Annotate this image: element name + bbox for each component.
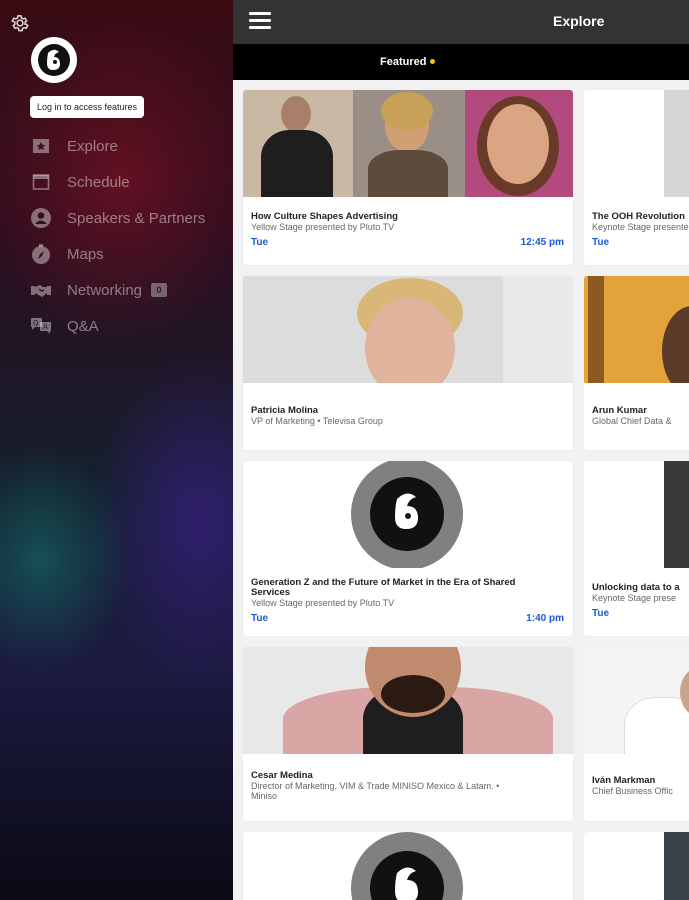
tab-featured[interactable]: Featured [380, 56, 436, 68]
sidebar-item-label: Networking [67, 281, 143, 299]
sidebar-item-label: Explore [67, 137, 118, 155]
qa-chat-icon: QA [30, 315, 52, 337]
session-stage: Yellow Stage presented by Pluto TV [251, 222, 395, 232]
maps-compass-icon [30, 243, 52, 265]
session-card[interactable]: How Culture Shapes Advertising Yellow St… [243, 90, 573, 265]
speaker-role: VP of Marketing • Televisa Group [251, 416, 383, 426]
session-day: Tue [251, 237, 269, 248]
speaker-photo [584, 647, 689, 754]
speaker-photo [243, 276, 573, 383]
session-card[interactable]: The OOH Revolution Keynote Stage present… [584, 90, 689, 265]
speaker-role: Director of Marketing, VIM & Trade MINIS… [251, 781, 500, 791]
session-photo [584, 461, 689, 568]
session-stage: Yellow Stage presented by Pluto TV [251, 598, 395, 608]
schedule-icon [30, 171, 52, 193]
speaker-photo [584, 276, 689, 383]
tab-featured-label: Featured [380, 56, 427, 68]
speaker-name: Cesar Medina [251, 770, 313, 781]
session-title: How Culture Shapes Advertising [251, 211, 398, 222]
speaker-role: Global Chief Data & [592, 416, 672, 426]
session-photo [584, 90, 689, 197]
speakers-icon [30, 207, 52, 229]
placeholder-logo-icon [351, 832, 463, 900]
login-prompt[interactable]: Log in to access features [30, 96, 145, 118]
speaker-role: Chief Business Offic [592, 786, 673, 796]
session-time: 12:45 pm [520, 237, 564, 248]
session-day: Tue [592, 237, 610, 248]
networking-count-badge: 0 [151, 283, 168, 297]
explore-icon [30, 135, 52, 157]
sidebar-item-speakers[interactable]: Speakers & Partners [30, 200, 230, 236]
speaker-name: Patricia Molina [251, 405, 319, 416]
speaker-card[interactable]: Cesar Medina Director of Marketing, VIM … [243, 647, 573, 821]
page-title: Explore [553, 13, 605, 29]
session-card[interactable] [584, 832, 689, 900]
sidebar-item-label: Schedule [67, 173, 130, 191]
main-content: Explore Featured How Culture Shapes Adve… [233, 0, 689, 900]
session-photo [243, 90, 573, 197]
menu-hamburger-icon[interactable] [249, 12, 271, 30]
tab-bar: Featured [233, 44, 689, 80]
session-title: The OOH Revolution [592, 211, 685, 222]
speaker-card[interactable]: Patricia Molina VP of Marketing • Televi… [243, 276, 573, 450]
networking-handshake-icon [30, 279, 52, 301]
session-title-line2: Services [251, 587, 291, 598]
session-day: Tue [251, 613, 269, 624]
speaker-name: Iván Markman [592, 775, 656, 786]
session-placeholder-logo [243, 461, 573, 568]
sidebar: Log in to access features Explore Schedu… [0, 0, 233, 900]
sidebar-item-networking[interactable]: Networking 0 [30, 272, 230, 308]
session-title: Unlocking data to a [592, 582, 680, 593]
sidebar-item-maps[interactable]: Maps [30, 236, 230, 272]
session-title: Generation Z and the Future of Market in… [251, 577, 516, 588]
logo-icon [38, 44, 70, 76]
speaker-photo [243, 647, 573, 754]
sidebar-item-label: Q&A [67, 317, 99, 335]
speaker-name: Arun Kumar [592, 405, 647, 416]
session-stage: Keynote Stage prese [592, 593, 677, 603]
placeholder-logo-icon [351, 461, 463, 568]
sidebar-item-label: Maps [67, 245, 104, 263]
sidebar-item-schedule[interactable]: Schedule [30, 164, 230, 200]
svg-text:A: A [43, 323, 48, 331]
svg-text:Q: Q [33, 319, 39, 327]
session-stage: Keynote Stage presented [592, 222, 689, 232]
sidebar-item-explore[interactable]: Explore [30, 128, 230, 164]
sidebar-item-qa[interactable]: QA Q&A [30, 308, 230, 344]
session-day: Tue [592, 608, 610, 619]
speaker-card[interactable]: Arun Kumar Global Chief Data & [584, 276, 689, 450]
settings-gear-icon[interactable] [10, 13, 30, 33]
speaker-card[interactable]: Iván Markman Chief Business Offic [584, 647, 689, 821]
session-card[interactable]: Generation Z and the Future of Market in… [243, 461, 573, 636]
top-bar: Explore [233, 0, 689, 44]
sidebar-item-label: Speakers & Partners [67, 209, 206, 227]
featured-indicator-dot [430, 58, 436, 64]
session-card[interactable] [243, 832, 573, 900]
session-card[interactable]: Unlocking data to a Keynote Stage prese … [584, 461, 689, 636]
session-time: 1:40 pm [526, 613, 564, 624]
speaker-role-line2: Miniso [251, 791, 278, 801]
sidebar-nav: Explore Schedule Speakers & Partners Map… [30, 128, 230, 344]
app-logo [31, 37, 77, 83]
